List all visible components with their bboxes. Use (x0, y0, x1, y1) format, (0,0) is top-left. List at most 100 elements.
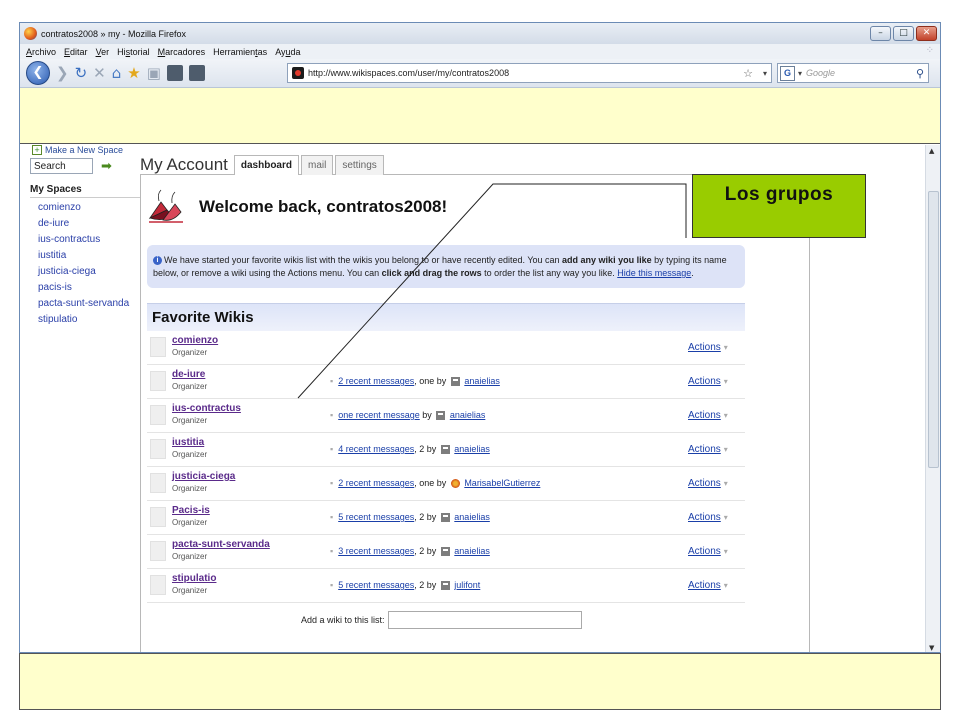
menu-item[interactable]: Herramientas (213, 47, 267, 57)
wiki-name-link[interactable]: ius-contractus (172, 403, 241, 414)
minimize-button[interactable]: – (870, 26, 891, 41)
wiki-name-link[interactable]: de-iure (172, 369, 205, 380)
user-link[interactable]: julifont (454, 580, 480, 590)
tag-icon[interactable] (188, 65, 205, 81)
actions-link[interactable]: Actions (688, 342, 721, 353)
actions-menu[interactable]: Actions ▾ (688, 478, 728, 489)
sidebar-space-link[interactable]: stipulatio (38, 314, 140, 325)
forward-button[interactable]: ❯ (56, 64, 69, 82)
sidebar-space-link[interactable]: iustitia (38, 250, 140, 261)
recent-messages-link[interactable]: one recent message (338, 410, 420, 420)
scroll-up-icon[interactable]: ▲ (929, 147, 934, 155)
actions-menu[interactable]: Actions ▾ (688, 342, 728, 353)
actions-link[interactable]: Actions (688, 376, 721, 387)
new-space-link[interactable]: + Make a New Space (32, 145, 140, 155)
close-button[interactable]: ✕ (916, 26, 937, 41)
scroll-down-icon[interactable]: ▼ (929, 644, 934, 652)
drag-handle[interactable] (150, 405, 166, 425)
search-engine-dropdown-icon[interactable]: ▾ (798, 69, 802, 78)
home-button[interactable]: ⌂ (112, 64, 122, 82)
url-bar[interactable]: http://www.wikispaces.com/user/my/contra… (287, 63, 772, 83)
table-row[interactable]: iustitia Organizer ▪ 4 recent messages, 2 b… (147, 433, 745, 467)
toolbar-extension-icon[interactable] (166, 65, 183, 81)
actions-menu[interactable]: Actions ▾ (688, 410, 728, 421)
sidebar-space-link[interactable]: de-iure (38, 218, 140, 229)
recent-messages-link[interactable]: 5 recent messages (338, 512, 414, 522)
google-icon[interactable]: G (780, 65, 795, 81)
actions-link[interactable]: Actions (688, 410, 721, 421)
sidebar-space-link[interactable]: ius-contractus (38, 234, 140, 245)
bookmark-star-icon[interactable]: ☆ (743, 67, 753, 80)
chevron-down-icon[interactable]: ▾ (724, 513, 728, 522)
recent-messages-link[interactable]: 5 recent messages (338, 580, 414, 590)
user-link[interactable]: anaielias (454, 512, 490, 522)
table-row[interactable]: justicia-ciega Organizer ▪ 2 recent message… (147, 467, 745, 501)
user-link[interactable]: anaielias (450, 410, 486, 420)
sidebar-space-link[interactable]: comienzo (38, 202, 140, 213)
menu-item[interactable]: Marcadores (158, 47, 206, 57)
hide-message-link[interactable]: Hide this message (617, 268, 691, 278)
wiki-name-link[interactable]: comienzo (172, 335, 218, 346)
actions-link[interactable]: Actions (688, 546, 721, 557)
chevron-down-icon[interactable]: ▾ (724, 411, 728, 420)
actions-menu[interactable]: Actions ▾ (688, 580, 728, 591)
tab-dashboard[interactable]: dashboard (233, 155, 299, 175)
tab-settings[interactable]: settings (335, 155, 384, 175)
scrollbar-thumb[interactable] (928, 191, 939, 468)
actions-link[interactable]: Actions (688, 512, 721, 523)
chevron-down-icon[interactable]: ▾ (724, 445, 728, 454)
wiki-name-link[interactable]: justicia-ciega (172, 471, 235, 482)
drag-handle[interactable] (150, 439, 166, 459)
chevron-down-icon[interactable]: ▾ (724, 343, 728, 352)
wiki-name-link[interactable]: stipulatio (172, 573, 216, 584)
chevron-down-icon[interactable]: ▾ (724, 479, 728, 488)
table-row[interactable]: comienzo Organizer Actions ▾ (147, 331, 745, 365)
chevron-down-icon[interactable]: ▾ (724, 547, 728, 556)
search-icon[interactable]: ⚲ (916, 67, 924, 80)
actions-menu[interactable]: Actions ▾ (688, 444, 728, 455)
drag-handle[interactable] (150, 575, 166, 595)
search-bar[interactable]: G ▾ Google ⚲ (777, 63, 929, 83)
table-row[interactable]: de-iure Organizer ▪ 2 recent messages, one … (147, 365, 745, 399)
recent-messages-link[interactable]: 4 recent messages (338, 444, 414, 454)
wiki-name-link[interactable]: pacta-sunt-servanda (172, 539, 270, 550)
wiki-name-link[interactable]: iustitia (172, 437, 204, 448)
drag-handle[interactable] (150, 473, 166, 493)
menu-item[interactable]: Historial (117, 47, 150, 57)
page-scrollbar[interactable]: ▲ ▼ (925, 145, 940, 652)
recent-messages-link[interactable]: 2 recent messages (338, 376, 414, 386)
drag-handle[interactable] (150, 541, 166, 561)
actions-link[interactable]: Actions (688, 444, 721, 455)
maximize-button[interactable]: □ (893, 26, 914, 41)
table-row[interactable]: Pacis-is Organizer ▪ 5 recent messages, 2 b… (147, 501, 745, 535)
recent-messages-link[interactable]: 3 recent messages (338, 546, 414, 556)
menu-item[interactable]: Ayuda (275, 47, 300, 57)
actions-menu[interactable]: Actions ▾ (688, 546, 728, 557)
bookmark-star-icon[interactable]: ★ (127, 64, 140, 82)
actions-link[interactable]: Actions (688, 478, 721, 489)
actions-menu[interactable]: Actions ▾ (688, 512, 728, 523)
table-row[interactable]: pacta-sunt-servanda Organizer ▪ 3 recent me… (147, 535, 745, 569)
chevron-down-icon[interactable]: ▾ (724, 377, 728, 386)
go-arrow-icon[interactable]: ➡ (101, 159, 112, 174)
user-link[interactable]: MarisabelGutierrez (464, 478, 540, 488)
actions-link[interactable]: Actions (688, 580, 721, 591)
actions-menu[interactable]: Actions ▾ (688, 376, 728, 387)
chevron-down-icon[interactable]: ▾ (724, 581, 728, 590)
back-button[interactable]: ❮ (26, 61, 50, 85)
user-link[interactable]: anaielias (464, 376, 500, 386)
url-history-dropdown-icon[interactable]: ▾ (763, 69, 767, 78)
wiki-name-link[interactable]: Pacis-is (172, 505, 210, 516)
sidebar-space-link[interactable]: justicia-ciega (38, 266, 140, 277)
recent-messages-link[interactable]: 2 recent messages (338, 478, 414, 488)
tab-mail[interactable]: mail (301, 155, 334, 175)
table-row[interactable]: ius-contractus Organizer ▪ one recent messa… (147, 399, 745, 433)
reload-button[interactable]: ↻ (75, 64, 88, 82)
user-link[interactable]: anaielias (454, 444, 490, 454)
add-wiki-input[interactable] (387, 611, 582, 629)
sidebar-search-input[interactable]: Search (30, 158, 93, 174)
menu-item[interactable]: Ver (96, 47, 110, 57)
sidebar-space-link[interactable]: pacta-sunt-servanda (38, 298, 140, 309)
table-row[interactable]: stipulatio Organizer ▪ 5 recent messages, 2… (147, 569, 745, 603)
drag-handle[interactable] (150, 507, 166, 527)
